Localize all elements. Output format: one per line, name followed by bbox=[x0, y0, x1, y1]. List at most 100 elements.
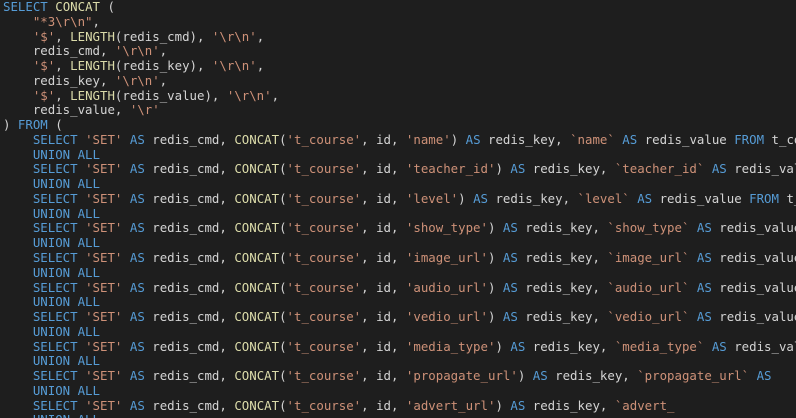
code-line[interactable]: '$', LENGTH(redis_cmd), '\r\n', bbox=[3, 28, 796, 45]
code-token-punct: , bbox=[622, 368, 638, 384]
code-line[interactable]: SELECT 'SET' AS redis_cmd, CONCAT('t_cou… bbox=[3, 162, 796, 177]
code-token-ident: redis_value bbox=[32, 102, 115, 118]
code-token-string: 't_course' bbox=[286, 309, 362, 325]
code-token-keyword: AS bbox=[696, 250, 712, 266]
code-token-punct: ), bbox=[204, 87, 227, 103]
code-token-punct: ( bbox=[279, 161, 287, 177]
code-token-string: 'advert_url' bbox=[405, 397, 496, 413]
code-token-punct: , bbox=[391, 309, 406, 325]
code-line[interactable]: UNION ALL bbox=[3, 353, 796, 369]
code-token-string: 'teacher_id' bbox=[405, 161, 496, 177]
code-token-punct: , bbox=[219, 397, 235, 413]
code-token-punct: ( bbox=[279, 220, 287, 236]
code-token-string: '\r' bbox=[129, 102, 160, 118]
code-line[interactable]: redis_cmd, '\r\n', bbox=[3, 43, 796, 59]
code-token-ident: id bbox=[376, 250, 391, 266]
code-token-ident: redis_cmd bbox=[152, 368, 220, 384]
code-token-ident: redis_key bbox=[525, 220, 593, 236]
code-line[interactable]: '$', LENGTH(redis_value), '\r\n', bbox=[3, 87, 796, 104]
code-token-ident: redis_cmd bbox=[152, 220, 220, 236]
code-line[interactable]: SELECT 'SET' AS redis_cmd, CONCAT('t_cou… bbox=[3, 368, 796, 384]
code-token-string: 't_course' bbox=[286, 220, 362, 236]
code-line[interactable]: '$', LENGTH(redis_key), '\r\n', bbox=[3, 58, 796, 74]
code-line[interactable]: redis_key, '\r\n', bbox=[3, 72, 796, 89]
code-token-keyword: AS bbox=[473, 190, 488, 206]
code-token-ident: redis_value bbox=[719, 309, 796, 325]
code-token-keyword: SELECT bbox=[3, 0, 48, 14]
code-token-function: CONCAT bbox=[234, 220, 280, 236]
code-line[interactable]: SELECT 'SET' AS redis_cmd, CONCAT('t_cou… bbox=[3, 250, 796, 266]
code-token-keyword: AS bbox=[129, 368, 145, 384]
code-token-keyword: UNION ALL bbox=[33, 412, 100, 418]
code-line[interactable]: redis_value, '\r' bbox=[3, 102, 796, 118]
code-line[interactable]: UNION ALL bbox=[3, 235, 796, 251]
code-token-string: `audio_url` bbox=[607, 279, 690, 295]
code-token-punct: , bbox=[219, 279, 235, 295]
code-line[interactable]: UNION ALL bbox=[3, 176, 796, 192]
code-line[interactable]: SELECT 'SET' AS redis_cmd, CONCAT('t_cou… bbox=[3, 397, 796, 414]
code-token-keyword: AS bbox=[502, 220, 518, 236]
sql-code-block[interactable]: SELECT CONCAT ( "*3\r\n", '$', LENGTH(re… bbox=[3, 0, 796, 418]
code-token-string: '\r\n' bbox=[211, 58, 257, 74]
code-line[interactable]: UNION ALL bbox=[3, 147, 796, 163]
code-line[interactable]: SELECT 'SET' AS redis_cmd, CONCAT('t_cou… bbox=[3, 190, 796, 207]
code-line[interactable]: SELECT 'SET' AS redis_cmd, CONCAT('t_cou… bbox=[3, 338, 796, 355]
code-token-keyword: SELECT bbox=[32, 279, 78, 295]
code-editor[interactable]: SELECT CONCAT ( "*3\r\n", '$', LENGTH(re… bbox=[0, 0, 796, 418]
code-line[interactable]: SELECT 'SET' AS redis_cmd, CONCAT('t_cou… bbox=[3, 279, 796, 296]
code-token-keyword: AS bbox=[129, 250, 145, 266]
code-line[interactable]: UNION ALL bbox=[3, 324, 796, 340]
code-line[interactable]: UNION ALL bbox=[3, 413, 796, 418]
code-line[interactable]: SELECT CONCAT ( bbox=[3, 0, 796, 15]
code-token-string: '\r\n' bbox=[211, 28, 257, 44]
code-token-string: `advert_ bbox=[614, 397, 675, 413]
code-line[interactable]: ) FROM ( bbox=[3, 117, 796, 133]
code-token-string: 'SET' bbox=[85, 220, 123, 236]
code-line[interactable]: "*3\r\n", bbox=[3, 14, 796, 30]
code-line[interactable]: UNION ALL bbox=[3, 265, 796, 281]
code-token-string: 't_course' bbox=[286, 190, 362, 206]
code-token-punct: , bbox=[361, 220, 377, 236]
code-line[interactable]: UNION ALL bbox=[3, 294, 796, 310]
code-token-keyword: AS bbox=[696, 220, 712, 236]
code-line[interactable]: SELECT 'SET' AS redis_cmd, CONCAT('t_cou… bbox=[3, 309, 796, 325]
code-token-string: 't_course' bbox=[286, 338, 362, 354]
code-token-ident: redis_value bbox=[122, 87, 205, 103]
code-token-keyword: AS bbox=[465, 131, 481, 147]
code-token-punct: , bbox=[555, 131, 571, 147]
code-line[interactable]: SELECT 'SET' AS redis_cmd, CONCAT('t_cou… bbox=[3, 131, 796, 148]
code-token-punct: , bbox=[361, 190, 377, 206]
code-line[interactable]: UNION ALL bbox=[3, 206, 796, 222]
code-token-keyword: AS bbox=[129, 397, 145, 413]
code-token-string: 'SET' bbox=[85, 190, 123, 206]
code-token-string: 't_course' bbox=[286, 131, 362, 147]
code-line[interactable]: SELECT 'SET' AS redis_cmd, CONCAT('t_cou… bbox=[3, 221, 796, 236]
code-token-ident: redis_cmd bbox=[152, 190, 220, 206]
code-token-string: 'propagate_url' bbox=[405, 368, 518, 384]
code-token-ident: redis_key bbox=[488, 131, 556, 147]
code-token-ident: redis_value bbox=[719, 250, 796, 266]
code-token-punct: , bbox=[271, 87, 280, 103]
code-token-punct: , bbox=[99, 72, 115, 88]
code-line[interactable]: UNION ALL bbox=[3, 383, 796, 399]
code-token-string: `propagate_url` bbox=[637, 368, 750, 384]
code-token-string: 't_course' bbox=[286, 397, 362, 413]
code-token-ident: redis_key bbox=[525, 279, 593, 295]
code-token-punct: , bbox=[361, 368, 377, 384]
